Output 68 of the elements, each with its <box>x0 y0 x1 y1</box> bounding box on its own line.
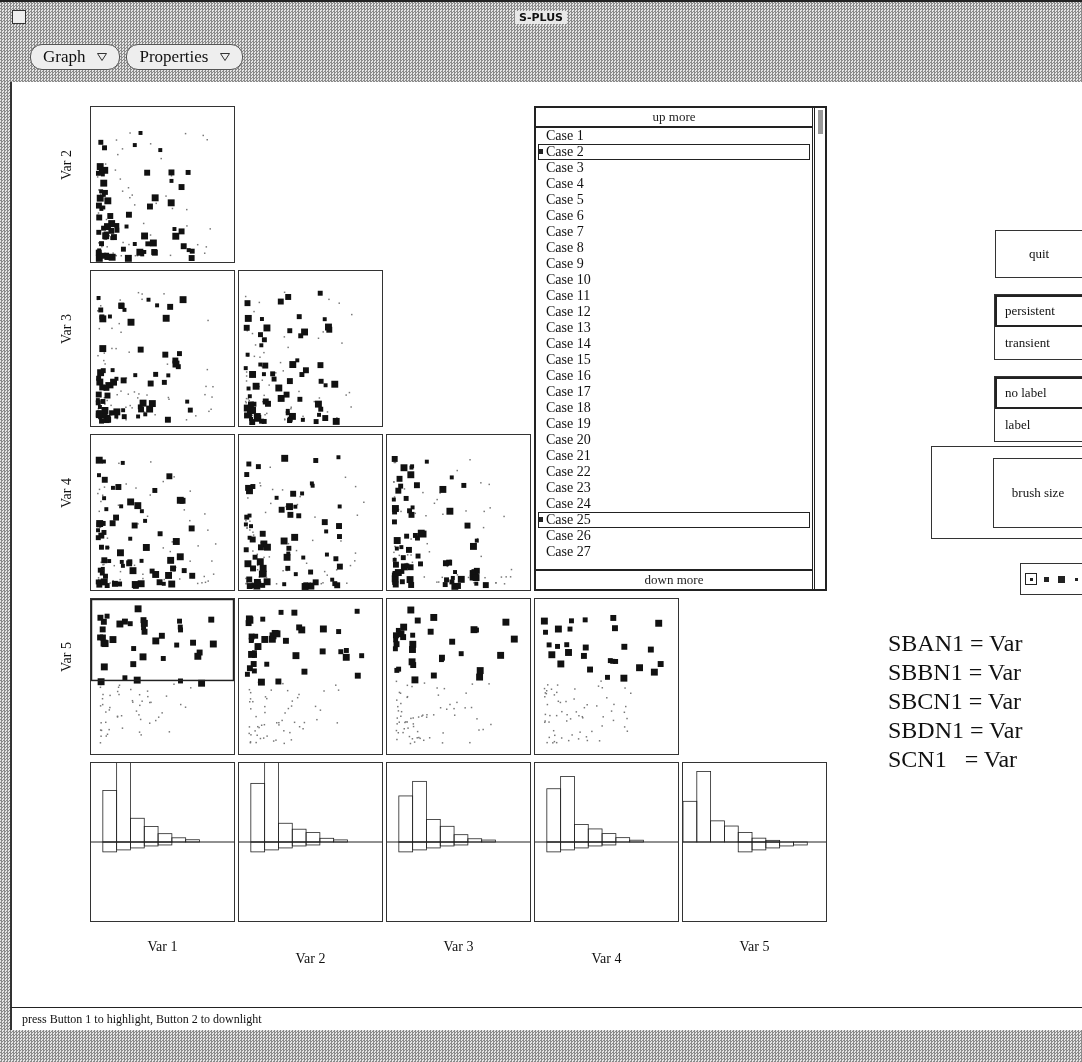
list-item[interactable]: Case 6 <box>538 208 810 224</box>
list-item[interactable]: Case 23 <box>538 480 810 496</box>
list-item[interactable]: Case 16 <box>538 368 810 384</box>
list-item[interactable]: Case 24 <box>538 496 810 512</box>
list-item[interactable]: Case 17 <box>538 384 810 400</box>
list-item[interactable]: Case 11 <box>538 288 810 304</box>
brush-shape-button[interactable] <box>1025 573 1037 585</box>
list-item[interactable]: Case 8 <box>538 240 810 256</box>
list-item[interactable]: Case 19 <box>538 416 810 432</box>
list-item[interactable]: Case 27 <box>538 544 810 560</box>
mode-option[interactable]: persistent <box>995 295 1082 327</box>
square-icon <box>1057 575 1065 583</box>
scatter-plot[interactable] <box>90 270 235 427</box>
list-item[interactable]: Case 1 <box>538 128 810 144</box>
quit-button[interactable]: quit <box>995 230 1082 278</box>
list-item[interactable]: Case 4 <box>538 176 810 192</box>
brush-shape-button[interactable] <box>1055 573 1067 585</box>
list-item[interactable]: Case 10 <box>538 272 810 288</box>
brush-size-button[interactable]: brush size <box>993 457 1082 528</box>
list-item[interactable]: Case 21 <box>538 448 810 464</box>
window-menu-button[interactable] <box>12 10 26 24</box>
axis-label: Var 5 <box>739 939 770 956</box>
axis-label: Var 4 <box>591 951 622 967</box>
axis-label: Var 1 <box>147 939 178 956</box>
list-item[interactable]: Case 2 <box>538 144 810 160</box>
axis-label: Var 3 <box>59 313 75 344</box>
axis-label: Var 4 <box>59 477 75 508</box>
list-item[interactable]: Case 13 <box>538 320 810 336</box>
scatter-plot[interactable] <box>90 434 235 591</box>
scrollbar[interactable] <box>814 108 825 589</box>
axis-label: Var 2 <box>59 149 75 180</box>
list-item[interactable]: Case 12 <box>538 304 810 320</box>
label-option[interactable]: no label <box>995 377 1082 409</box>
equation-text: SCN1 = Var <box>888 745 1019 774</box>
equation-text: SBBN1 = Var <box>888 658 1023 687</box>
list-item[interactable]: Case 3 <box>538 160 810 176</box>
list-item[interactable]: Case 25 <box>538 512 810 528</box>
scatter-plot[interactable] <box>238 434 383 591</box>
scatter-plot[interactable] <box>238 270 383 427</box>
equation-text: SBDN1 = Var <box>888 716 1023 745</box>
list-item[interactable]: Case 9 <box>538 256 810 272</box>
scatter-plot[interactable] <box>534 598 679 755</box>
list-item[interactable]: Case 7 <box>538 224 810 240</box>
list-item[interactable]: Case 14 <box>538 336 810 352</box>
list-item[interactable]: Case 18 <box>538 400 810 416</box>
menu-button[interactable]: Graph <box>30 44 121 70</box>
list-item[interactable]: Case 20 <box>538 432 810 448</box>
menu-button[interactable]: Properties <box>126 44 244 70</box>
caret-icon <box>220 53 231 61</box>
equation-text: SBAN1 = Var <box>888 629 1023 658</box>
axis-label: Var 5 <box>59 641 75 672</box>
list-item[interactable]: Case 26 <box>538 528 810 544</box>
caret-icon <box>97 53 108 61</box>
scatter-plot[interactable] <box>386 598 531 755</box>
scatter-plot[interactable] <box>386 434 531 591</box>
equation-text: SBCN1 = Var <box>888 687 1023 716</box>
scatter-plot[interactable] <box>90 598 235 755</box>
scatter-plot[interactable] <box>90 106 235 263</box>
list-item[interactable]: Case 15 <box>538 352 810 368</box>
case-list[interactable] <box>534 106 827 591</box>
status-text: press Button 1 to highlight, Button 2 to downlight <box>22 1011 262 1027</box>
axis-label: Var 2 <box>295 951 326 967</box>
axis-label: Var 3 <box>443 939 474 956</box>
list-item[interactable]: Case 22 <box>538 464 810 480</box>
scrollbar-thumb[interactable] <box>818 110 823 134</box>
list-item[interactable]: Case 5 <box>538 192 810 208</box>
scatter-plot[interactable] <box>238 598 383 755</box>
window-title: S-PLUS <box>515 10 567 24</box>
